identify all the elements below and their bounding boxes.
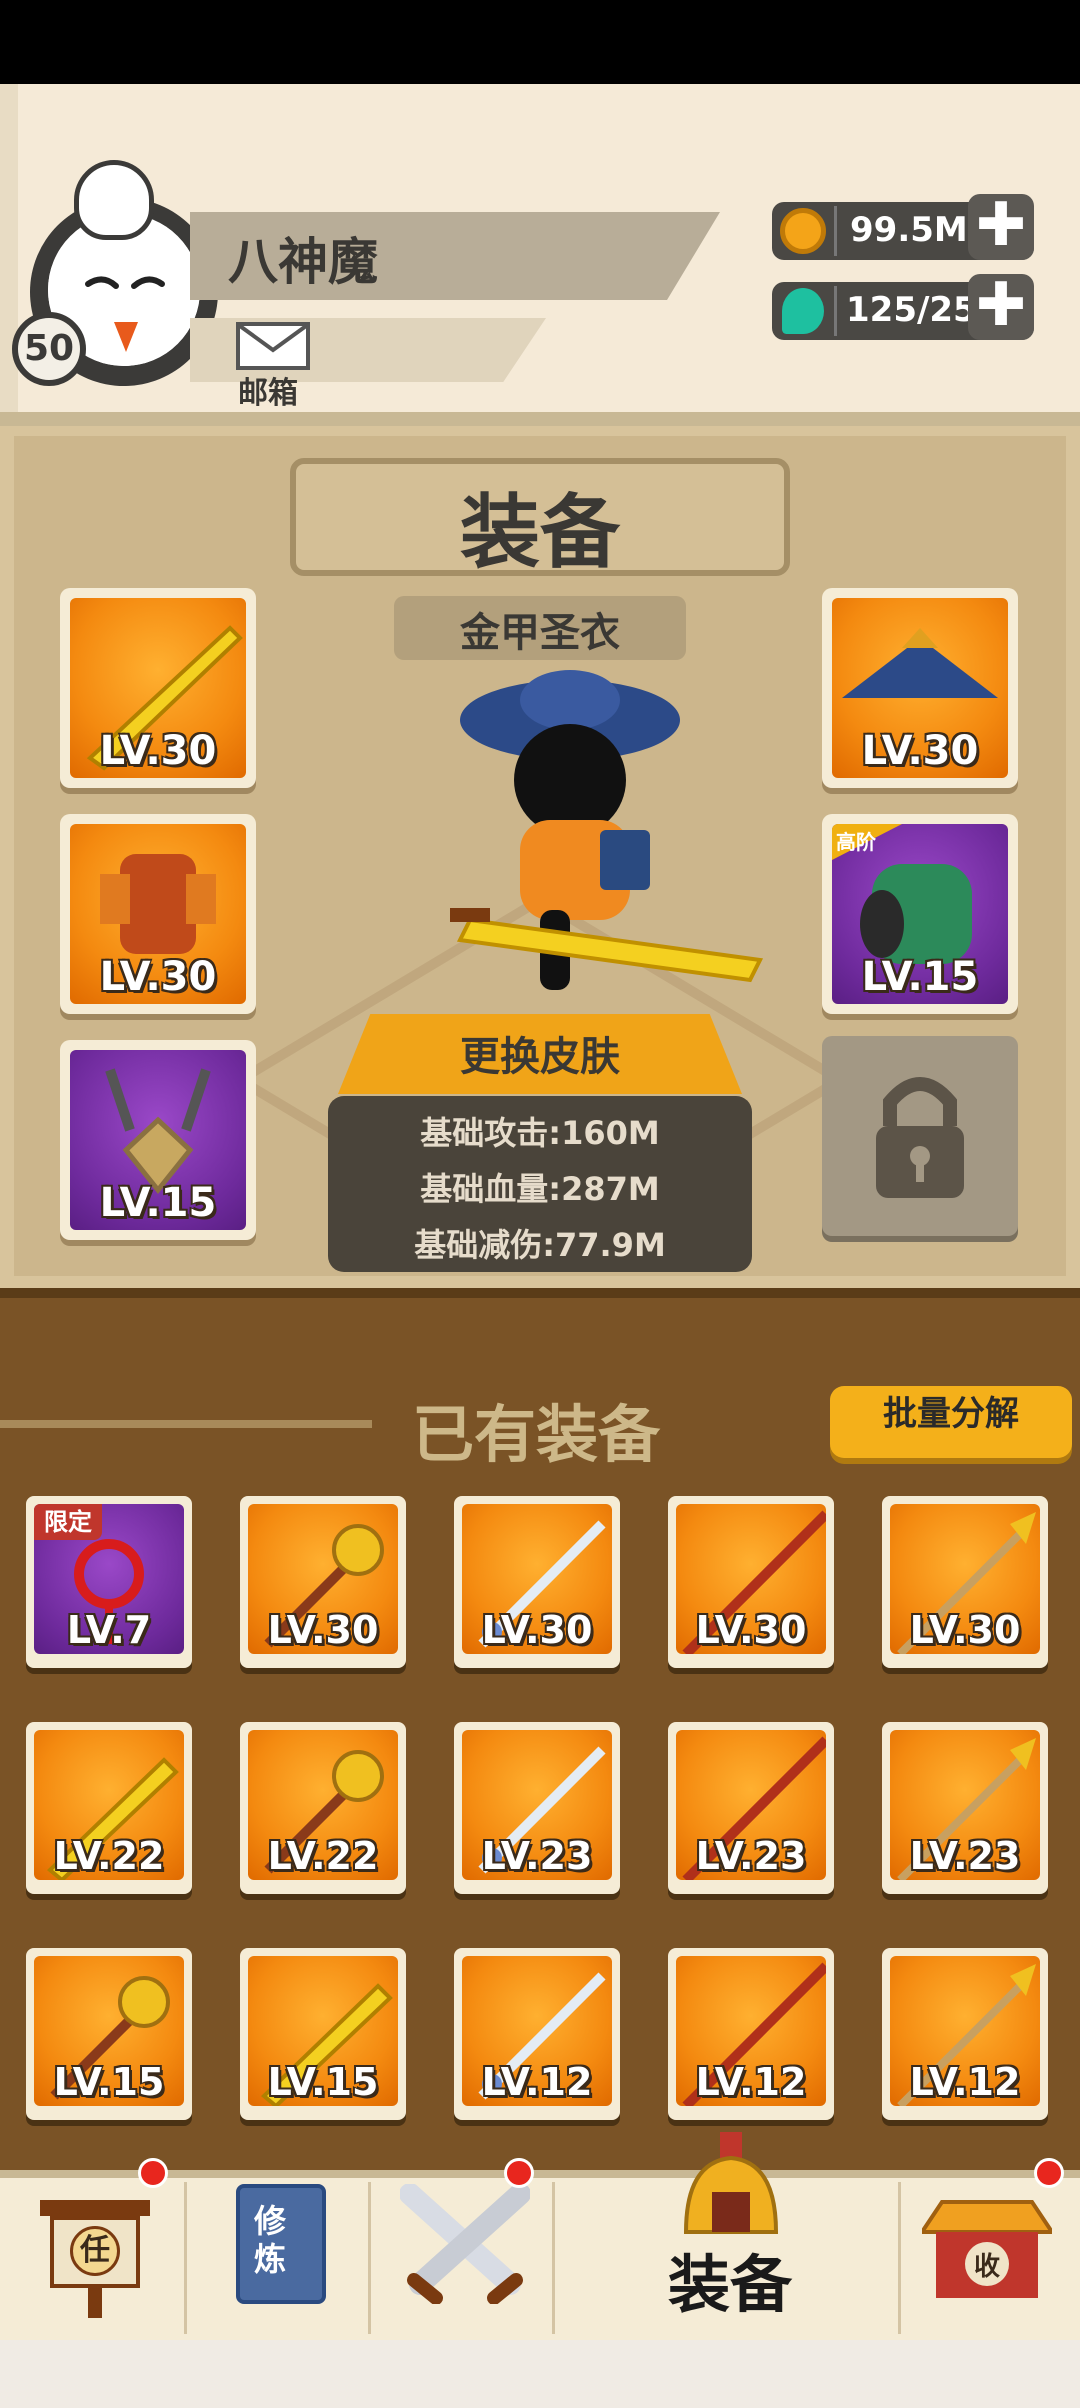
header-divider	[0, 412, 1080, 426]
bracer-slot[interactable]: 高阶 LV.15	[822, 814, 1018, 1014]
owned-item[interactable]: LV.30	[454, 1496, 620, 1668]
stat-health: 基础血量:287M	[420, 1170, 660, 1208]
add-gold-button[interactable]: ✚	[968, 194, 1034, 260]
system-nav-bar	[0, 2340, 1080, 2408]
owned-item[interactable]: LV.15	[240, 1948, 406, 2120]
avatar-tuft	[74, 160, 154, 240]
level-badge: 50	[12, 312, 86, 386]
locked-slot[interactable]	[822, 1036, 1018, 1236]
tier-tag: 高阶	[836, 830, 876, 854]
crossed-swords-icon	[399, 2183, 531, 2305]
slot-level: LV.30	[861, 728, 979, 774]
slot-level: LV.30	[99, 954, 217, 1000]
item-level: LV.30	[481, 1608, 593, 1652]
nav-separator	[368, 2182, 371, 2334]
owned-item[interactable]: LV.15	[26, 1948, 192, 2120]
item-level: LV.23	[695, 1834, 807, 1878]
nav-battle[interactable]	[399, 2183, 531, 2305]
armor-name: 金甲圣衣	[460, 610, 620, 656]
battle-notification-dot	[504, 2158, 534, 2188]
item-level: LV.30	[909, 1608, 1021, 1652]
owned-item[interactable]: 限定 LV.7	[26, 1496, 192, 1668]
item-level: LV.15	[53, 2060, 165, 2104]
item-level: LV.12	[481, 2060, 593, 2104]
hat-slot[interactable]: LV.30	[822, 588, 1018, 788]
shop-char: 收	[973, 2252, 1000, 2282]
status-bar	[0, 0, 1080, 84]
owned-title-line	[0, 1420, 372, 1428]
nav-cultivate[interactable]: 修炼	[236, 2184, 326, 2304]
item-level: LV.12	[909, 2060, 1021, 2104]
item-level: LV.30	[267, 1608, 379, 1652]
nav-equip-label[interactable]: 装备	[668, 2234, 792, 2324]
owned-panel-edge	[0, 1288, 1080, 1298]
helmet-icon	[683, 2132, 779, 2234]
owned-title: 已有装备	[412, 1398, 661, 1471]
item-level: LV.22	[53, 1834, 165, 1878]
tasks-char: 任	[70, 2226, 120, 2276]
owned-item[interactable]: LV.12	[454, 1948, 620, 2120]
item-level: LV.7	[66, 1608, 152, 1652]
scroll-rod-icon	[40, 2200, 150, 2216]
limited-tag: 限定	[34, 1504, 102, 1540]
owned-item[interactable]: LV.22	[26, 1722, 192, 1894]
nav-shop[interactable]: 收	[918, 2192, 1056, 2302]
bottom-navigation	[0, 2178, 1080, 2340]
tasks-notification-dot	[138, 2158, 168, 2188]
owned-item[interactable]: LV.30	[882, 1496, 1048, 1668]
gold-divider	[834, 206, 837, 256]
envelope-icon	[238, 324, 308, 353]
scroll-handle-icon	[88, 2288, 102, 2318]
add-gems-button[interactable]: ✚	[968, 274, 1034, 340]
slot-level: LV.15	[861, 954, 979, 1000]
item-level: LV.23	[909, 1834, 1021, 1878]
mail-label[interactable]: 邮箱	[238, 368, 298, 412]
armor-slot[interactable]: LV.30	[60, 814, 256, 1014]
gem-icon	[782, 288, 824, 334]
mail-icon[interactable]	[236, 322, 310, 370]
necklace-slot[interactable]: LV.15	[60, 1040, 256, 1240]
owned-item[interactable]: LV.23	[454, 1722, 620, 1894]
stat-attack: 基础攻击:160M	[420, 1114, 660, 1152]
owned-item[interactable]: LV.23	[668, 1722, 834, 1894]
batch-dismantle-button[interactable]: 批量分解	[830, 1386, 1072, 1458]
owned-item[interactable]: LV.12	[668, 1948, 834, 2120]
owned-item[interactable]: LV.23	[882, 1722, 1048, 1894]
character-icon	[450, 670, 764, 990]
owned-item[interactable]: LV.22	[240, 1722, 406, 1894]
nav-separator	[898, 2182, 901, 2334]
slot-level: LV.15	[99, 1180, 217, 1226]
gold-coin-icon	[780, 208, 826, 254]
gold-amount: 99.5M	[850, 210, 968, 250]
owned-item[interactable]: LV.12	[882, 1948, 1048, 2120]
player-name: 八神魔	[228, 233, 378, 291]
item-level: LV.15	[267, 2060, 379, 2104]
change-skin-label[interactable]: 更换皮肤	[338, 1024, 742, 1082]
gem-divider	[834, 286, 837, 336]
item-level: LV.12	[695, 2060, 807, 2104]
cultivate-book-label: 修炼	[254, 2202, 287, 2278]
shop-notification-dot	[1034, 2158, 1064, 2188]
lock-icon	[876, 1077, 964, 1198]
nav-equip-icon[interactable]	[676, 2132, 786, 2242]
nav-tasks[interactable]: 任	[40, 2190, 150, 2318]
owned-item[interactable]: LV.30	[668, 1496, 834, 1668]
gem-amount: 125/25	[846, 290, 977, 330]
stat-defense: 基础减伤:77.9M	[414, 1226, 666, 1264]
weapon-slot[interactable]: LV.30	[60, 588, 256, 788]
slot-level: LV.30	[99, 728, 217, 774]
owned-item[interactable]: LV.30	[240, 1496, 406, 1668]
header-edge	[0, 84, 18, 420]
nav-separator	[184, 2182, 187, 2334]
equipment-title: 装备	[460, 486, 620, 579]
item-level: LV.30	[695, 1608, 807, 1652]
item-level: LV.22	[267, 1834, 379, 1878]
item-level: LV.23	[481, 1834, 593, 1878]
nav-separator	[552, 2182, 555, 2334]
